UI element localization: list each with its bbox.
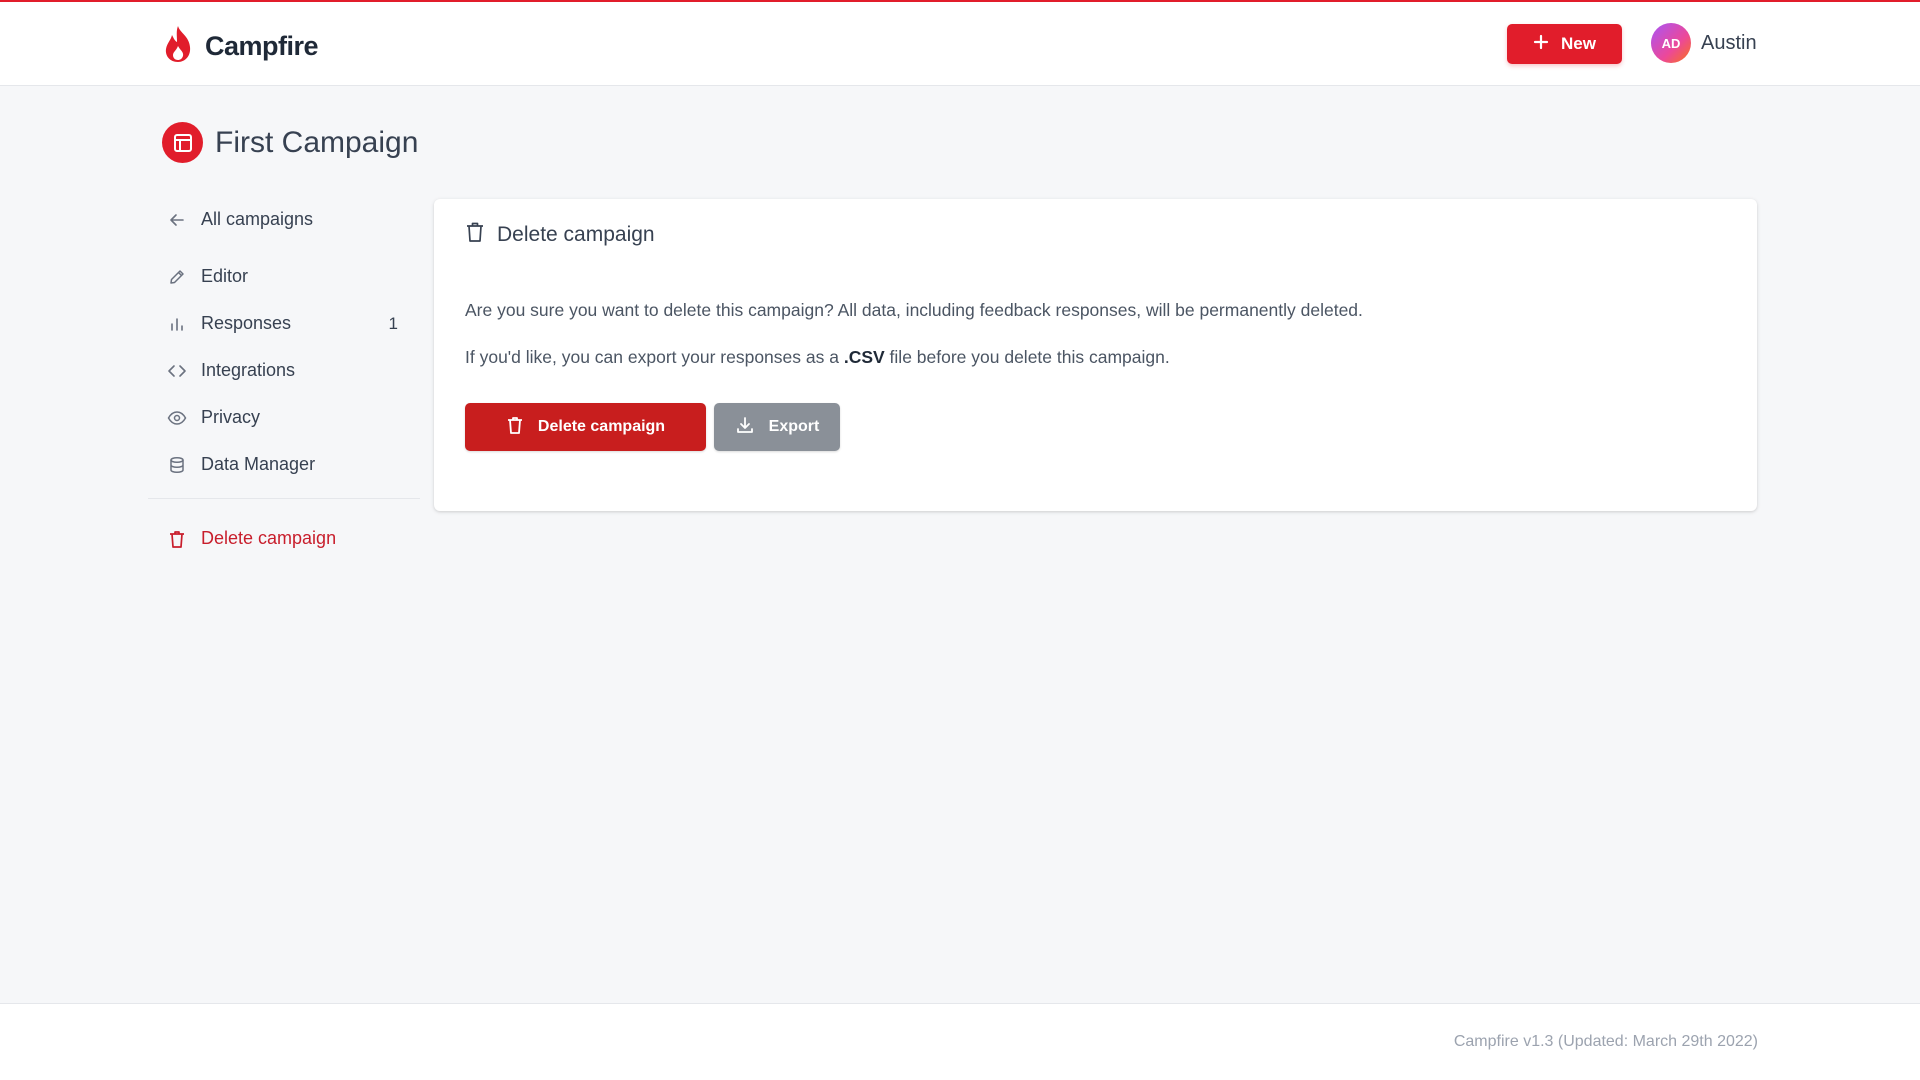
sidebar-item-label: All campaigns [201,209,314,229]
new-button-label: New [1561,34,1596,53]
responses-count: 1 [388,313,398,333]
sidebar-item-responses[interactable]: Responses 1 [148,300,420,347]
sidebar-item-label: Privacy [201,407,261,427]
card-header: Delete campaign [465,221,655,248]
new-button[interactable]: New [1507,24,1622,64]
sidebar-item-privacy[interactable]: Privacy [148,394,420,441]
database-icon [167,455,187,475]
layout-icon [162,122,203,163]
trash-icon [465,221,485,248]
sidebar-item-all-campaigns[interactable]: All campaigns [148,196,420,243]
sidebar-item-label: Responses [201,313,292,333]
sidebar-item-label: Delete campaign [201,528,337,548]
user-name: Austin [1701,31,1757,54]
download-icon [735,415,755,440]
delete-button-label: Delete campaign [537,418,666,435]
code-icon [167,361,187,381]
export-button[interactable]: Export [714,403,840,451]
export-hint-prefix: If you'd like, you can export your respo… [465,347,844,367]
plus-icon [1533,34,1549,55]
export-hint-text: If you'd like, you can export your respo… [465,347,1170,368]
top-header: Campfire New AD Austin [0,2,1920,86]
flame-icon [161,24,195,69]
trash-icon [167,529,187,549]
sidebar-item-label: Data Manager [201,454,316,474]
sidebar-item-integrations[interactable]: Integrations [148,347,420,394]
export-button-label: Export [768,418,820,435]
delete-campaign-button[interactable]: Delete campaign [465,403,706,451]
campaign-title: First Campaign [215,125,419,159]
sidebar: All campaigns Editor Responses 1 Integra… [148,196,420,562]
footer: Campfire v1.3 (Updated: March 29th 2022) [0,1003,1920,1080]
sidebar-item-label: Editor [201,266,249,286]
card-title: Delete campaign [497,222,655,246]
avatar: AD [1651,23,1691,63]
delete-campaign-card: Delete campaign Are you sure you want to… [434,199,1757,511]
brand-logo[interactable]: Campfire [161,24,319,69]
export-hint-suffix: file before you delete this campaign. [884,347,1170,367]
delete-warning-text: Are you sure you want to delete this cam… [465,300,1363,320]
sidebar-item-editor[interactable]: Editor [148,253,420,300]
sidebar-divider [148,498,420,499]
eye-icon [167,408,187,428]
export-format: .CSV [843,347,885,367]
trash-icon [506,415,524,440]
brand-name: Campfire [205,31,319,61]
sidebar-item-label: Integrations [201,360,296,380]
sidebar-item-delete-campaign[interactable]: Delete campaign [148,515,420,562]
arrow-left-icon [167,210,187,230]
page-title: First Campaign [162,122,418,163]
sidebar-item-data-manager[interactable]: Data Manager [148,441,420,488]
user-menu[interactable]: AD Austin [1651,23,1757,63]
version-text: Campfire v1.3 (Updated: March 29th 2022) [1453,1033,1758,1050]
pencil-icon [167,267,187,287]
bar-chart-icon [167,314,187,334]
